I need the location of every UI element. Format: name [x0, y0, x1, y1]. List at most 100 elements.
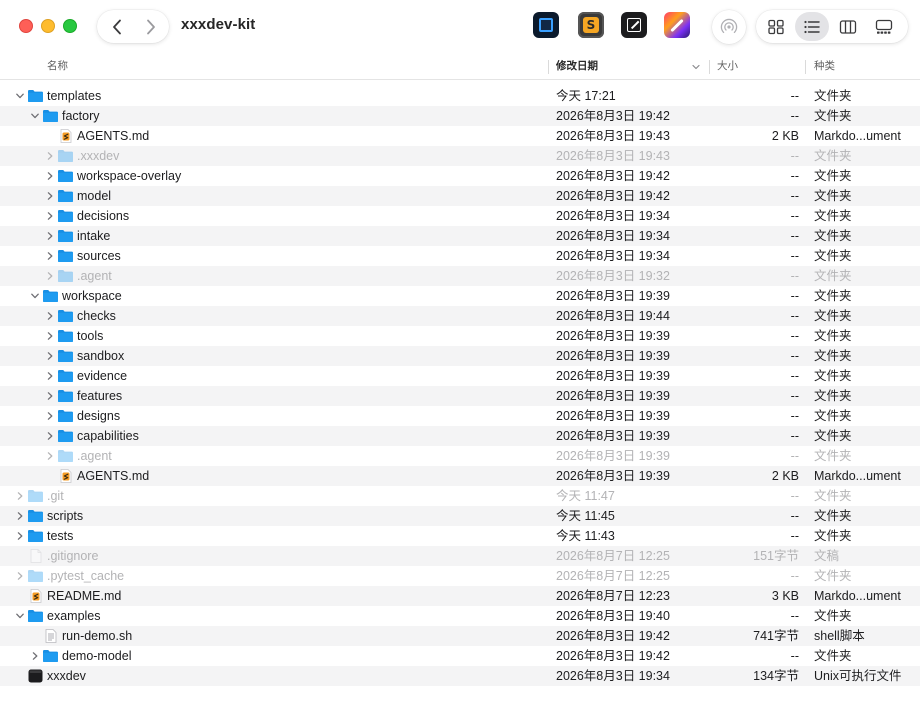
file-row[interactable]: .git 今天 11:47 -- 文件夹 [0, 486, 920, 506]
list-view-button[interactable] [795, 12, 829, 41]
size-column-header[interactable]: 大小 [717, 54, 738, 79]
file-kind: 文件夹 [814, 269, 852, 283]
file-size: -- [790, 89, 799, 103]
name-column-header[interactable]: 名称 [47, 54, 68, 79]
file-row[interactable]: AGENTS.md 2026年8月3日 19:39 2 KB Markdo...ume… [0, 466, 920, 486]
disclosure-closed-icon[interactable] [45, 451, 55, 461]
back-button[interactable] [99, 10, 135, 43]
file-row[interactable]: .agent 2026年8月3日 19:39 -- 文件夹 [0, 446, 920, 466]
text-editor-app-icon[interactable] [621, 12, 647, 38]
disclosure-closed-icon[interactable] [45, 431, 55, 441]
file-row[interactable]: evidence 2026年8月3日 19:39 -- 文件夹 [0, 366, 920, 386]
file-name: checks [77, 309, 116, 323]
file-row[interactable]: run-demo.sh 2026年8月3日 19:42 741字节 shell脚本 [0, 626, 920, 646]
file-row[interactable]: sources 2026年8月3日 19:34 -- 文件夹 [0, 246, 920, 266]
file-row[interactable]: factory 2026年8月3日 19:42 -- 文件夹 [0, 106, 920, 126]
color-app-icon[interactable] [664, 12, 690, 38]
disclosure-closed-icon[interactable] [45, 411, 55, 421]
disclosure-closed-icon[interactable] [45, 171, 55, 181]
column-divider[interactable] [805, 60, 806, 74]
file-kind: Markdo...ument [814, 129, 901, 143]
disclosure-closed-icon[interactable] [45, 231, 55, 241]
disclosure-closed-icon[interactable] [15, 511, 25, 521]
disclosure-closed-icon[interactable] [45, 251, 55, 261]
forward-button[interactable] [133, 10, 169, 43]
file-row[interactable]: AGENTS.md 2026年8月3日 19:43 2 KB Markdo...ume… [0, 126, 920, 146]
file-size: -- [790, 349, 799, 363]
file-row[interactable]: workspace-overlay 2026年8月3日 19:42 -- 文件夹 [0, 166, 920, 186]
file-row[interactable]: intake 2026年8月3日 19:34 -- 文件夹 [0, 226, 920, 246]
file-date: 2026年8月3日 19:44 [556, 309, 670, 323]
file-date: 今天 11:43 [556, 529, 615, 543]
file-name: capabilities [77, 429, 139, 443]
file-row[interactable]: README.md 2026年8月7日 12:23 3 KB Markdo...ume… [0, 586, 920, 606]
terminal-app-icon[interactable] [533, 12, 559, 38]
file-row[interactable]: sandbox 2026年8月3日 19:39 -- 文件夹 [0, 346, 920, 366]
disclosure-closed-icon[interactable] [15, 531, 25, 541]
file-row[interactable]: capabilities 2026年8月3日 19:39 -- 文件夹 [0, 426, 920, 446]
disclosure-closed-icon[interactable] [45, 151, 55, 161]
file-row[interactable]: demo-model 2026年8月3日 19:42 -- 文件夹 [0, 646, 920, 666]
file-kind: 文件夹 [814, 529, 852, 543]
folder-icon [27, 609, 44, 623]
file-row[interactable]: .pytest_cache 2026年8月7日 12:25 -- 文件夹 [0, 566, 920, 586]
disclosure-open-icon[interactable] [15, 91, 25, 101]
disclosure-open-icon[interactable] [15, 611, 25, 621]
file-kind: 文件夹 [814, 369, 852, 383]
column-divider[interactable] [548, 60, 549, 74]
chevron-right-icon [147, 19, 155, 34]
folder-icon [42, 109, 59, 123]
file-size: -- [790, 449, 799, 463]
disclosure-closed-icon[interactable] [45, 391, 55, 401]
folder-icon [57, 429, 74, 443]
zoom-window-button[interactable] [63, 19, 77, 33]
file-row[interactable]: checks 2026年8月3日 19:44 -- 文件夹 [0, 306, 920, 326]
file-row[interactable]: features 2026年8月3日 19:39 -- 文件夹 [0, 386, 920, 406]
file-size: -- [790, 429, 799, 443]
file-row[interactable]: .gitignore 2026年8月7日 12:25 151字节 文稿 [0, 546, 920, 566]
file-name: sources [77, 249, 121, 263]
list-icon [804, 20, 820, 33]
file-row[interactable]: model 2026年8月3日 19:42 -- 文件夹 [0, 186, 920, 206]
file-row[interactable]: xxxdev 2026年8月3日 19:34 134字节 Unix可执行文件 [0, 666, 920, 686]
file-row[interactable]: tests 今天 11:43 -- 文件夹 [0, 526, 920, 546]
disclosure-closed-icon[interactable] [45, 311, 55, 321]
file-name: AGENTS.md [77, 469, 150, 483]
gallery-view-button[interactable] [867, 12, 901, 41]
minimize-window-button[interactable] [41, 19, 55, 33]
disclosure-closed-icon[interactable] [15, 571, 25, 581]
file-row[interactable]: templates 今天 17:21 -- 文件夹 [0, 86, 920, 106]
airdrop-button[interactable] [712, 10, 746, 44]
kind-column-header[interactable]: 种类 [814, 54, 835, 79]
file-name: tests [47, 529, 74, 543]
file-row[interactable]: examples 2026年8月3日 19:40 -- 文件夹 [0, 606, 920, 626]
disclosure-closed-icon[interactable] [45, 191, 55, 201]
disclosure-closed-icon[interactable] [30, 651, 40, 661]
disclosure-open-icon[interactable] [30, 291, 40, 301]
date-column-header[interactable]: 修改日期 [556, 54, 598, 79]
file-row[interactable]: designs 2026年8月3日 19:39 -- 文件夹 [0, 406, 920, 426]
file-row[interactable]: workspace 2026年8月3日 19:39 -- 文件夹 [0, 286, 920, 306]
disclosure-closed-icon[interactable] [45, 271, 55, 281]
file-name: README.md [47, 589, 122, 603]
disclosure-open-icon[interactable] [30, 111, 40, 121]
column-view-button[interactable] [831, 12, 865, 41]
columns-icon [839, 19, 857, 34]
file-kind: 文件夹 [814, 649, 852, 663]
disclosure-closed-icon[interactable] [15, 491, 25, 501]
sublime-text-app-icon[interactable]: S [578, 12, 604, 38]
disclosure-closed-icon[interactable] [45, 211, 55, 221]
disclosure-closed-icon[interactable] [45, 351, 55, 361]
window-title: xxxdev-kit [181, 16, 256, 33]
column-divider[interactable] [709, 60, 710, 74]
chevron-down-icon[interactable] [691, 62, 701, 72]
file-row[interactable]: .agent 2026年8月3日 19:32 -- 文件夹 [0, 266, 920, 286]
file-row[interactable]: .xxxdev 2026年8月3日 19:43 -- 文件夹 [0, 146, 920, 166]
disclosure-closed-icon[interactable] [45, 331, 55, 341]
file-row[interactable]: tools 2026年8月3日 19:39 -- 文件夹 [0, 326, 920, 346]
close-window-button[interactable] [19, 19, 33, 33]
disclosure-closed-icon[interactable] [45, 371, 55, 381]
file-row[interactable]: decisions 2026年8月3日 19:34 -- 文件夹 [0, 206, 920, 226]
icon-view-button[interactable] [759, 12, 793, 41]
file-row[interactable]: scripts 今天 11:45 -- 文件夹 [0, 506, 920, 526]
